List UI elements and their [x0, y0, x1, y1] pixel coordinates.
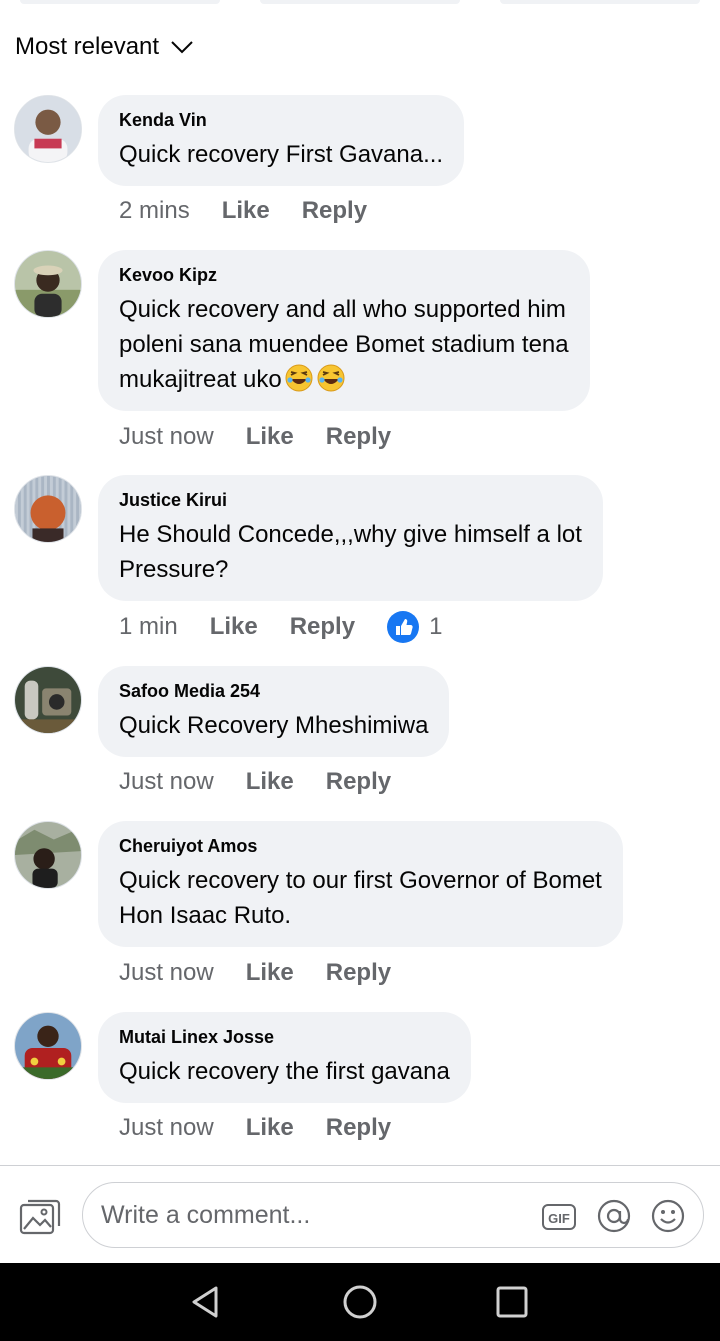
comment-text: Quick recovery First Gavana... — [119, 141, 444, 168]
avatar[interactable] — [14, 1012, 82, 1080]
reply-button[interactable]: Reply — [326, 423, 391, 451]
square-recents-icon[interactable] — [494, 1284, 530, 1320]
previous-content-edge — [0, 0, 720, 8]
sort-dropdown[interactable]: Most relevant — [15, 30, 195, 64]
laughing-emoji-icon — [317, 364, 345, 392]
comment-text-line: Hon Isaac Ruto. — [119, 902, 292, 929]
comment-text-line: Quick recovery to our first Governor of … — [119, 867, 602, 894]
triangle-back-icon[interactable] — [188, 1284, 224, 1320]
comment-text: Quick recovery to our first Governor of … — [119, 863, 602, 933]
avatar[interactable] — [14, 95, 82, 163]
comment-text-line-text: mukajitreat uko — [119, 366, 282, 393]
comment-input-container[interactable]: GIF — [82, 1182, 704, 1248]
comment-author[interactable]: Safoo Media 254 — [119, 680, 428, 702]
system-navigation-bar — [0, 1263, 720, 1341]
sort-label: Most relevant — [15, 33, 160, 60]
comment-actions: 2 mins Like Reply — [119, 194, 399, 228]
comment-actions: 1 min Like Reply 1 — [119, 610, 442, 644]
like-button[interactable]: Like — [246, 768, 294, 796]
smiley-icon[interactable] — [650, 1198, 686, 1234]
avatar[interactable] — [14, 475, 82, 543]
comment-text: He Should Concede,,,why give himself a l… — [119, 517, 582, 587]
gif-label: GIF — [548, 1211, 570, 1226]
reply-button[interactable]: Reply — [326, 768, 391, 796]
comment-composer: GIF — [0, 1166, 720, 1263]
comment-input[interactable] — [101, 1195, 521, 1235]
comment-text-line: He Should Concede,,,why give himself a l… — [119, 521, 582, 548]
comment-time[interactable]: 1 min — [119, 613, 178, 641]
avatar[interactable] — [14, 250, 82, 318]
comment-bubble[interactable]: Kevoo Kipz Quick recovery and all who su… — [98, 250, 590, 411]
like-button[interactable]: Like — [222, 197, 270, 225]
comment-actions: Just now Like Reply — [119, 765, 423, 799]
comment-time[interactable]: Just now — [119, 1114, 214, 1142]
avatar[interactable] — [14, 821, 82, 889]
comment-actions: Just now Like Reply — [119, 420, 423, 454]
comment-time[interactable]: Just now — [119, 423, 214, 451]
reaction-summary[interactable]: 1 — [387, 611, 442, 643]
comment-text-line: mukajitreat uko — [119, 362, 569, 397]
comment-text: Quick recovery and all who supported him… — [119, 292, 569, 397]
comment-bubble[interactable]: Justice Kirui He Should Concede,,,why gi… — [98, 475, 603, 601]
comment-author[interactable]: Justice Kirui — [119, 489, 582, 511]
chevron-down-icon — [171, 41, 193, 54]
comment-bubble[interactable]: Safoo Media 254 Quick Recovery Mheshimiw… — [98, 666, 450, 757]
comment-time[interactable]: 2 mins — [119, 197, 190, 225]
comment-text-line: poleni sana muendee Bomet stadium tena — [119, 331, 569, 358]
comment-time[interactable]: Just now — [119, 768, 214, 796]
photo-icon[interactable] — [18, 1196, 62, 1236]
gif-icon[interactable]: GIF — [541, 1198, 577, 1234]
reply-button[interactable]: Reply — [326, 959, 391, 987]
comment-actions: Just now Like Reply — [119, 956, 423, 990]
reaction-count: 1 — [429, 613, 443, 640]
reply-button[interactable]: Reply — [326, 1114, 391, 1142]
like-button[interactable]: Like — [246, 423, 294, 451]
comment-text: Quick recovery the first gavana — [119, 1058, 450, 1085]
comment-author[interactable]: Cheruiyot Amos — [119, 835, 602, 857]
comment-author[interactable]: Mutai Linex Josse — [119, 1026, 450, 1048]
comment-bubble[interactable]: Cheruiyot Amos Quick recovery to our fir… — [98, 821, 623, 947]
avatar[interactable] — [14, 666, 82, 734]
at-icon[interactable] — [596, 1198, 632, 1234]
thumbs-up-icon — [387, 611, 420, 643]
comment-bubble[interactable]: Mutai Linex Josse Quick recovery the fir… — [98, 1012, 471, 1103]
like-button[interactable]: Like — [210, 613, 258, 641]
like-button[interactable]: Like — [246, 959, 294, 987]
like-button[interactable]: Like — [246, 1114, 294, 1142]
comment-author[interactable]: Kenda Vin — [119, 109, 443, 131]
comment-bubble[interactable]: Kenda Vin Quick recovery First Gavana... — [98, 95, 465, 186]
laughing-emoji-icon — [285, 364, 313, 392]
comment-text-line: Quick recovery and all who supported him — [119, 296, 566, 323]
comment-author[interactable]: Kevoo Kipz — [119, 264, 569, 286]
comment-text-line: Pressure? — [119, 556, 229, 583]
comment-text: Quick Recovery Mheshimiwa — [119, 712, 429, 739]
reply-button[interactable]: Reply — [290, 613, 355, 641]
circle-home-icon[interactable] — [342, 1284, 378, 1320]
comment-actions: Just now Like Reply — [119, 1111, 423, 1145]
comment-time[interactable]: Just now — [119, 959, 214, 987]
reply-button[interactable]: Reply — [302, 197, 367, 225]
